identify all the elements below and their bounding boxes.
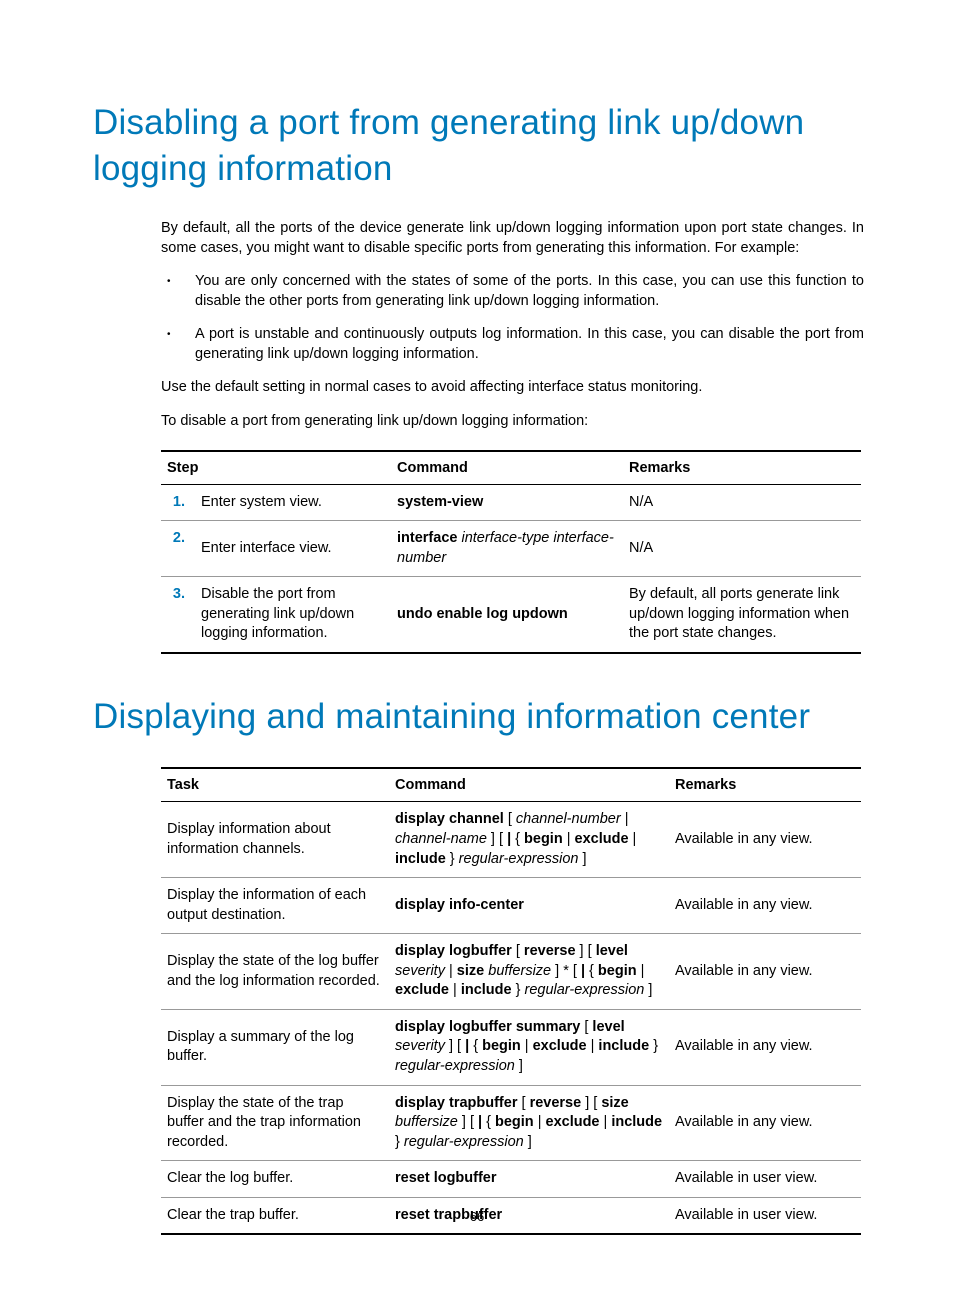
step-command: undo enable log updown (391, 577, 623, 653)
step-desc: Disable the port from generating link up… (195, 577, 391, 653)
task-command: reset logbuffer (389, 1161, 669, 1198)
col-step: Step (161, 451, 391, 485)
task-remarks: Available in any view. (669, 802, 861, 878)
table-header: Step Command Remarks (161, 451, 861, 485)
heading-display-maintain: Displaying and maintaining information c… (93, 694, 864, 740)
task-desc: Display the information of each output d… (161, 878, 389, 934)
task-command: display logbuffer [ reverse ] [ level se… (389, 934, 669, 1010)
col-command: Command (389, 768, 669, 802)
task-desc: Display the state of the log buffer and … (161, 934, 389, 1010)
step-remarks: N/A (623, 484, 861, 521)
task-desc: Display a summary of the log buffer. (161, 1009, 389, 1085)
step-desc: Enter system view. (195, 484, 391, 521)
bullet-list: You are only concerned with the states o… (93, 272, 864, 364)
bullet-item: A port is unstable and continuously outp… (161, 325, 864, 364)
task-command: display logbuffer summary [ level severi… (389, 1009, 669, 1085)
page-number: 66 (0, 1209, 954, 1224)
step-number: 2. (161, 521, 195, 577)
bullet-item: You are only concerned with the states o… (161, 272, 864, 311)
task-remarks: Available in user view. (669, 1161, 861, 1198)
col-remarks: Remarks (623, 451, 861, 485)
note-paragraph: Use the default setting in normal cases … (93, 378, 864, 398)
table-row: Display the information of each output d… (161, 878, 861, 934)
task-desc: Clear the log buffer. (161, 1161, 389, 1198)
heading-disable-port: Disabling a port from generating link up… (93, 100, 864, 191)
lead-in-paragraph: To disable a port from generating link u… (93, 412, 864, 432)
col-remarks: Remarks (669, 768, 861, 802)
tasks-table: Task Command Remarks Display information… (161, 767, 861, 1235)
intro-paragraph: By default, all the ports of the device … (93, 219, 864, 258)
step-number: 3. (161, 577, 195, 653)
task-remarks: Available in any view. (669, 934, 861, 1010)
task-remarks: Available in any view. (669, 1085, 861, 1161)
table-row: 3. Disable the port from generating link… (161, 577, 861, 653)
task-remarks: Available in any view. (669, 878, 861, 934)
step-remarks: N/A (623, 521, 861, 577)
step-number: 1. (161, 484, 195, 521)
col-task: Task (161, 768, 389, 802)
document-page: Disabling a port from generating link up… (0, 0, 954, 1296)
task-command: display trapbuffer [ reverse ] [ size bu… (389, 1085, 669, 1161)
task-desc: Display information about information ch… (161, 802, 389, 878)
table-row: 1. Enter system view. system-view N/A (161, 484, 861, 521)
table-row: Display the state of the log buffer and … (161, 934, 861, 1010)
table-row: 2. Enter interface view. interface inter… (161, 521, 861, 577)
task-command: display info-center (389, 878, 669, 934)
step-command: interface interface-type interface-numbe… (391, 521, 623, 577)
task-desc: Display the state of the trap buffer and… (161, 1085, 389, 1161)
step-command: system-view (391, 484, 623, 521)
steps-table: Step Command Remarks 1. Enter system vie… (161, 450, 861, 654)
task-remarks: Available in any view. (669, 1009, 861, 1085)
table-row: Display information about information ch… (161, 802, 861, 878)
col-command: Command (391, 451, 623, 485)
task-command: display channel [ channel-number | chann… (389, 802, 669, 878)
table-row: Display a summary of the log buffer. dis… (161, 1009, 861, 1085)
table-header: Task Command Remarks (161, 768, 861, 802)
step-desc: Enter interface view. (195, 521, 391, 577)
table-row: Clear the log buffer. reset logbuffer Av… (161, 1161, 861, 1198)
step-remarks: By default, all ports generate link up/d… (623, 577, 861, 653)
table-row: Display the state of the trap buffer and… (161, 1085, 861, 1161)
